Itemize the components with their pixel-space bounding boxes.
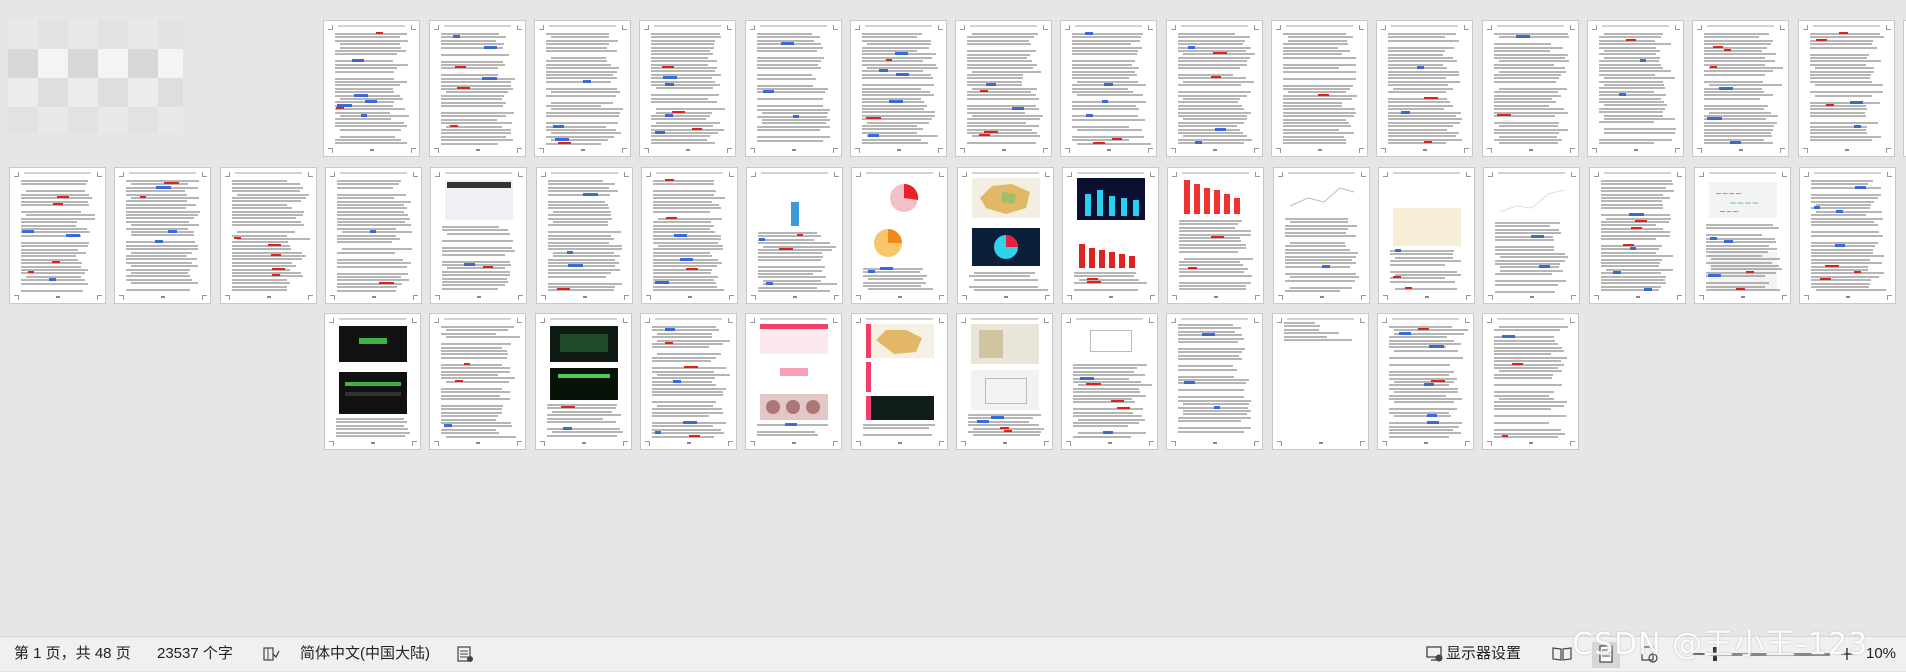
- page-thumbnail-9[interactable]: [1060, 20, 1157, 157]
- page-thumbnail-7[interactable]: [850, 20, 947, 157]
- page-count-indicator[interactable]: 第 1 页，共 48 页: [14, 645, 131, 663]
- page-thumbnail-10[interactable]: [1166, 20, 1263, 157]
- svg-text:~~~~: ~~~~: [1715, 189, 1742, 198]
- page-thumbnail-29[interactable]: [1062, 167, 1159, 304]
- page-thumbnail-30[interactable]: [1167, 167, 1264, 304]
- page-thumbnail-44[interactable]: [1061, 313, 1158, 450]
- page-thumbnail-2[interactable]: [323, 20, 420, 157]
- page-thumbnail-6[interactable]: [745, 20, 842, 157]
- page-thumbnail-27[interactable]: [851, 167, 948, 304]
- page-thumbnail-36[interactable]: [1799, 167, 1896, 304]
- page-thumbnail-33[interactable]: [1483, 167, 1580, 304]
- page-thumbnail-41[interactable]: [745, 313, 842, 450]
- page-thumbnail-22[interactable]: [325, 167, 422, 304]
- page-thumbnail-21[interactable]: [220, 167, 317, 304]
- page-thumbnail-35[interactable]: ~~~~ ~~~~ ~~~: [1694, 167, 1791, 304]
- page-thumbnail-43[interactable]: [956, 313, 1053, 450]
- page-thumbnail-37[interactable]: [324, 313, 421, 450]
- page-thumbnail-19[interactable]: [9, 167, 106, 304]
- page-thumbnail-8[interactable]: [955, 20, 1052, 157]
- watermark: CSDN @王小王-123: [1572, 627, 1869, 662]
- display-settings-button[interactable]: 显示器设置: [1446, 645, 1521, 663]
- page-thumbnail-3[interactable]: [429, 20, 526, 157]
- page-thumbnail-5[interactable]: [639, 20, 736, 157]
- page-thumbnail-32[interactable]: [1378, 167, 1475, 304]
- page-thumbnail-40[interactable]: [640, 313, 737, 450]
- page-thumbnail-11[interactable]: [1271, 20, 1368, 157]
- document-thumbnail-view[interactable]: ~~~~ ~~~~ ~~~: [0, 0, 1906, 636]
- svg-text:~~~: ~~~: [1719, 207, 1739, 216]
- page-thumbnail-26[interactable]: [746, 167, 843, 304]
- page-thumbnail-23[interactable]: [430, 167, 527, 304]
- page-thumbnail-20[interactable]: [114, 167, 211, 304]
- page-thumbnail-4[interactable]: [534, 20, 631, 157]
- word-count-indicator[interactable]: 23537 个字: [157, 645, 233, 663]
- page-thumbnail-12[interactable]: [1376, 20, 1473, 157]
- page-thumbnail-25[interactable]: [641, 167, 738, 304]
- accessibility-icon[interactable]: [456, 645, 474, 663]
- page-thumbnail-48[interactable]: [1482, 313, 1579, 450]
- page-thumbnail-28[interactable]: [957, 167, 1054, 304]
- page-thumbnail-39[interactable]: [535, 313, 632, 450]
- page-thumbnail-47[interactable]: [1377, 313, 1474, 450]
- page-thumbnail-16[interactable]: [1798, 20, 1895, 157]
- page-thumbnail-31[interactable]: [1273, 167, 1370, 304]
- read-mode-icon[interactable]: [1552, 645, 1572, 663]
- page-thumbnail-14[interactable]: [1587, 20, 1684, 157]
- page-thumbnail-38[interactable]: [429, 313, 526, 450]
- page-thumbnail-46[interactable]: [1272, 313, 1369, 450]
- page-thumbnail-34[interactable]: [1589, 167, 1686, 304]
- zoom-level[interactable]: 10%: [1866, 645, 1896, 663]
- page-thumbnail-cover[interactable]: [8, 20, 183, 133]
- language-indicator[interactable]: 简体中文(中国大陆): [300, 645, 430, 663]
- display-settings-icon[interactable]: [1426, 645, 1444, 663]
- page-thumbnail-15[interactable]: [1692, 20, 1789, 157]
- page-thumbnail-42[interactable]: [851, 313, 948, 450]
- book-check-icon[interactable]: [262, 645, 280, 663]
- page-thumbnail-13[interactable]: [1482, 20, 1579, 157]
- page-thumbnail-45[interactable]: [1166, 313, 1263, 450]
- page-thumbnail-24[interactable]: [536, 167, 633, 304]
